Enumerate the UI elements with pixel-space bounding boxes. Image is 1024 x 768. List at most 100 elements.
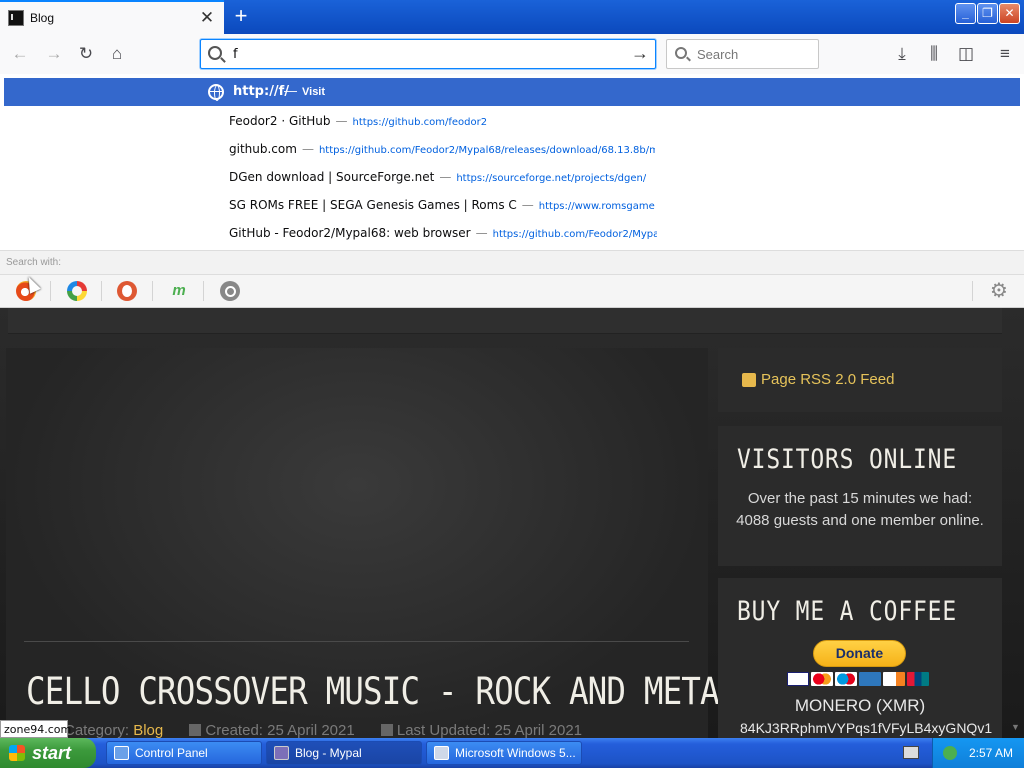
suggestion-title: Feodor2 · GitHub xyxy=(229,114,331,128)
donate-button[interactable]: Donate xyxy=(813,640,906,667)
category-link[interactable]: Blog xyxy=(133,722,163,739)
visit-action-label: Visit xyxy=(302,86,326,98)
search-with-bar: Search with: xyxy=(0,250,1024,274)
separator-dash: — xyxy=(521,198,534,212)
go-arrow-icon[interactable]: → xyxy=(629,43,651,65)
tab-title: Blog xyxy=(30,11,55,25)
article-meta: Category: Blog Created: 25 April 2021 La… xyxy=(64,722,582,739)
amex-card-icon xyxy=(859,672,881,686)
taskbar-item-label: Control Panel xyxy=(135,746,208,760)
taskbar-item-microsoft-windows[interactable]: Microsoft Windows 5... xyxy=(426,741,582,765)
taskbar-item-label: Blog - Mypal xyxy=(295,746,362,760)
separator-dash: — xyxy=(439,170,452,184)
gear-icon[interactable]: ⚙ xyxy=(988,280,1010,302)
search-engine-icon[interactable] xyxy=(220,281,240,301)
suggestion-title: GitHub - Feodor2/Mypal68: web browser xyxy=(229,226,471,240)
web-page: CELLO CROSSOVER MUSIC - ROCK AND METAL C… xyxy=(0,308,1024,740)
buy-me-a-coffee-card: BUY ME A COFFEE Donate MONERO (XMR) 84KJ… xyxy=(718,578,1002,740)
taskbar-item-blog-mypal[interactable]: Blog - Mypal xyxy=(266,741,422,765)
coffee-heading: BUY ME A COFFEE xyxy=(737,596,958,627)
calendar-icon xyxy=(380,724,393,736)
visa-card-icon xyxy=(787,672,809,686)
reload-icon[interactable]: ↻ xyxy=(74,42,98,66)
keyboard-icon[interactable] xyxy=(903,746,919,759)
maestro-card-icon xyxy=(835,672,857,686)
suggestion-row[interactable]: GitHub - Feodor2/Mypal68: web browser — ht… xyxy=(229,226,657,246)
separator-dash: — xyxy=(284,83,297,98)
suggestion-row[interactable]: github.com — https://github.com/Feodor2/My… xyxy=(229,142,655,162)
divider xyxy=(203,281,204,301)
new-tab-button[interactable]: + xyxy=(228,4,254,30)
rss-card: Page RSS 2.0 Feed xyxy=(718,348,1002,412)
control-panel-icon xyxy=(114,746,129,760)
start-button[interactable]: start xyxy=(0,738,96,768)
monero-label: MONERO (XMR) xyxy=(794,696,926,715)
minimize-window-button[interactable]: _ xyxy=(955,3,976,24)
search-engine-m-icon[interactable]: m xyxy=(169,281,189,301)
mypal-browser-icon xyxy=(274,746,289,760)
scroll-down-icon[interactable]: ▼ xyxy=(1011,722,1021,732)
visitors-text: Over the past 15 minutes we had: 4088 gu… xyxy=(736,490,984,529)
rss-feed-link[interactable]: Page RSS 2.0 Feed xyxy=(761,371,894,388)
start-label: start xyxy=(32,743,72,763)
taskbar-item-control-panel[interactable]: Control Panel xyxy=(106,741,262,765)
suggestion-url: https://www.romsgame xyxy=(538,201,655,212)
tab-blog[interactable]: Blog ✕ xyxy=(0,0,224,34)
search-placeholder: Search xyxy=(697,47,739,62)
updated-date: Last Updated: 25 April 2021 xyxy=(396,722,583,739)
page-header-strip xyxy=(8,308,1002,334)
taskbar-item-label: Microsoft Windows 5... xyxy=(455,746,576,760)
monero-address: 84KJ3RRphmVYPqs1fVFyLB4xyGNQv1 xyxy=(740,720,993,736)
close-window-button[interactable]: ✕ xyxy=(999,3,1020,24)
discover-card-icon xyxy=(883,672,905,686)
visitors-heading: VISITORS ONLINE xyxy=(737,444,958,475)
close-tab-icon[interactable]: ✕ xyxy=(196,7,218,29)
suggestion-url: https://github.com/Feodor2/Mypa xyxy=(492,229,657,240)
library-icon[interactable]: ⫼ xyxy=(922,42,946,66)
suggestion-row[interactable]: DGen download | SourceForge.net — https://… xyxy=(229,170,646,190)
suggestion-url: https://sourceforge.net/projects/dgen/ xyxy=(456,173,647,184)
article-title[interactable]: CELLO CROSSOVER MUSIC - ROCK AND METAL xyxy=(26,670,738,713)
duckduckgo-icon[interactable] xyxy=(117,281,137,301)
globe-icon xyxy=(208,84,224,101)
clock[interactable]: 2:57 AM xyxy=(969,746,1013,760)
taskbar: start Control Panel Blog - Mypal Microso… xyxy=(0,738,1024,768)
url-autocomplete-popup: http://f/ — Visit Feodor2 · GitHub — https… xyxy=(0,74,1024,308)
windows-logo-icon xyxy=(9,745,25,761)
article-card: CELLO CROSSOVER MUSIC - ROCK AND METAL C… xyxy=(6,348,738,740)
search-icon xyxy=(675,47,687,59)
download-icon[interactable]: ⤓ xyxy=(890,42,914,66)
suggestion-url: https://github.com/feodor2 xyxy=(352,117,488,128)
hamburger-menu-icon[interactable]: ≡ xyxy=(993,42,1017,66)
search-bar[interactable]: Search xyxy=(666,39,819,69)
search-icon xyxy=(208,46,222,60)
status-url-tooltip: zone94.com xyxy=(0,720,71,738)
mastercard-icon xyxy=(811,672,833,686)
divider xyxy=(101,281,102,301)
sidebar-icon[interactable]: ◫ xyxy=(954,42,978,66)
url-input[interactable] xyxy=(233,46,613,63)
separator-dash: — xyxy=(475,226,488,240)
visit-suggestion-row[interactable]: http://f/ — Visit xyxy=(4,78,1020,106)
rss-icon xyxy=(742,373,756,387)
calendar-icon xyxy=(189,724,202,736)
unionpay-card-icon xyxy=(907,672,929,686)
suggestion-title: SG ROMs FREE | SEGA Genesis Games | Roms… xyxy=(229,198,517,212)
payment-cards xyxy=(787,672,929,686)
home-icon[interactable]: ⌂ xyxy=(105,42,129,66)
network-icon[interactable] xyxy=(943,746,957,760)
forward-arrow-icon[interactable]: → xyxy=(42,42,66,66)
suggestion-title: DGen download | SourceForge.net xyxy=(229,170,435,184)
search-engine-icon[interactable] xyxy=(67,281,87,301)
divider xyxy=(152,281,153,301)
separator-dash: — xyxy=(301,142,314,156)
url-bar[interactable]: → xyxy=(200,39,656,69)
back-arrow-icon[interactable]: ← xyxy=(8,42,32,66)
suggestion-row[interactable]: SG ROMs FREE | SEGA Genesis Games | Roms… xyxy=(229,198,655,218)
suggestion-title: github.com xyxy=(229,142,297,156)
maximize-window-button[interactable]: ❐ xyxy=(977,3,998,24)
tab-strip: Blog ✕ + _ ❐ ✕ xyxy=(0,0,1024,34)
category-label: Category: xyxy=(64,722,130,739)
created-date: Created: 25 April 2021 xyxy=(205,722,355,739)
suggestion-row[interactable]: Feodor2 · GitHub — https://github.com/feod… xyxy=(229,114,487,134)
